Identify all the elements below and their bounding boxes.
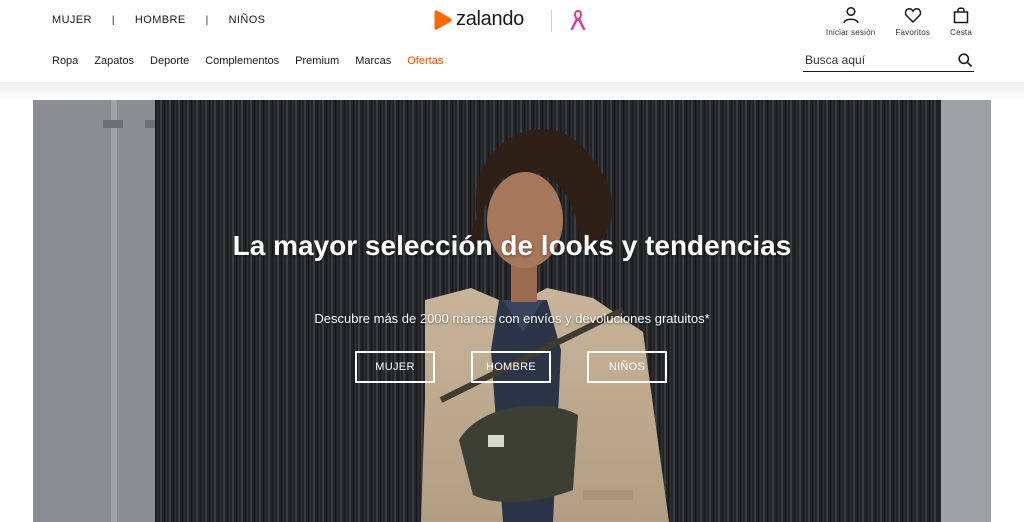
- hero-subtitle: Descubre más de 2000 marcas con envíos y…: [314, 311, 710, 326]
- favorites-label: Favoritos: [895, 28, 931, 37]
- category-premium[interactable]: Premium: [295, 55, 339, 67]
- hero-cta-row: MUJER HOMBRE NIÑOS: [355, 351, 667, 383]
- category-complementos[interactable]: Complementos: [205, 55, 279, 67]
- gender-link-mujer[interactable]: MUJER: [52, 14, 92, 26]
- heart-icon: [904, 8, 921, 24]
- gender-separator: |: [205, 14, 209, 26]
- header-actions: Iniciar sesión Favoritos Cesta: [806, 6, 972, 37]
- logo-wordmark: zalando: [456, 8, 524, 30]
- pink-ribbon-icon[interactable]: [569, 9, 587, 31]
- play-logo-icon: [434, 9, 452, 30]
- hero-mujer-button[interactable]: MUJER: [355, 351, 435, 383]
- hero-banner: La mayor selección de looks y tendencias…: [33, 100, 991, 522]
- category-ofertas[interactable]: Ofertas: [407, 55, 443, 67]
- gender-link-ninos[interactable]: NIÑOS: [229, 14, 266, 26]
- hero-title: La mayor selección de looks y tendencias: [232, 230, 792, 261]
- category-zapatos[interactable]: Zapatos: [94, 55, 134, 67]
- gender-nav: MUJER | HOMBRE | NIÑOS: [52, 14, 265, 26]
- category-deporte[interactable]: Deporte: [150, 55, 189, 67]
- cart-button[interactable]: Cesta: [950, 6, 972, 37]
- category-marcas[interactable]: Marcas: [355, 55, 391, 67]
- search-icon[interactable]: [958, 52, 972, 67]
- user-icon: [842, 6, 859, 24]
- favorites-button[interactable]: Favoritos: [895, 6, 930, 37]
- search-box: [803, 48, 974, 72]
- cart-label: Cesta: [950, 28, 972, 37]
- bag-icon: [953, 7, 969, 24]
- login-label: Iniciar sesión: [825, 28, 876, 37]
- gender-separator: |: [111, 14, 115, 26]
- hero-ninos-button[interactable]: NIÑOS: [587, 351, 667, 383]
- logo-divider: [551, 10, 552, 32]
- header-shadow: [0, 82, 1024, 100]
- category-nav: Ropa Zapatos Deporte Complementos Premiu…: [52, 55, 459, 67]
- site-header: MUJER | HOMBRE | NIÑOS zalando Ropa Zapa…: [0, 0, 1024, 82]
- login-button[interactable]: Iniciar sesión: [826, 6, 876, 37]
- category-ropa[interactable]: Ropa: [52, 55, 78, 67]
- search-input[interactable]: [803, 52, 953, 67]
- gender-link-hombre[interactable]: HOMBRE: [135, 14, 186, 26]
- zalando-logo[interactable]: zalando: [433, 8, 524, 31]
- hero-hombre-button[interactable]: HOMBRE: [471, 351, 551, 383]
